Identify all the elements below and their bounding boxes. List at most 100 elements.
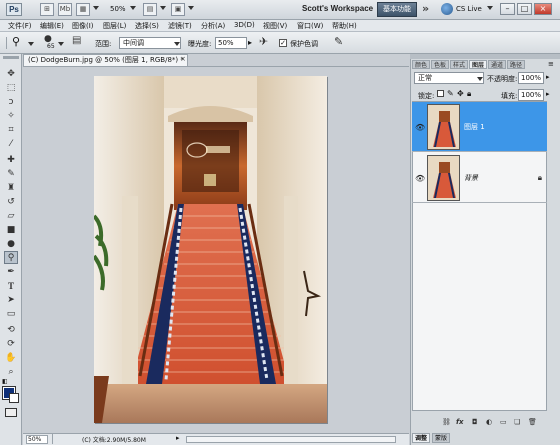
bridge-icon[interactable]: ⊞ bbox=[40, 3, 54, 16]
panel-dock-header[interactable] bbox=[410, 54, 560, 59]
document-tab[interactable]: (C) DodgeBurn.jpg @ 50% (图层 1, RGB/8*) * bbox=[23, 54, 188, 66]
opacity-slider-icon[interactable]: ▸ bbox=[546, 73, 550, 81]
tab-paths[interactable]: 路径 bbox=[507, 60, 526, 69]
pen-tool-icon[interactable]: ✒ bbox=[4, 266, 18, 279]
eraser-tool-icon[interactable]: ▱ bbox=[4, 210, 18, 223]
dodge-tool-preset-icon[interactable]: ⚲ bbox=[12, 35, 20, 48]
menu-filter[interactable]: 滤镜(T) bbox=[168, 21, 192, 31]
protect-tones-checkbox[interactable]: ✓ bbox=[279, 39, 287, 47]
minimize-button[interactable]: – bbox=[500, 3, 515, 15]
menu-layer[interactable]: 图层(L) bbox=[103, 21, 126, 31]
tablet-pressure-icon[interactable]: ✎ bbox=[334, 35, 343, 48]
opacity-input[interactable]: 100% bbox=[518, 72, 544, 84]
exposure-slider-icon[interactable]: ▸ bbox=[248, 38, 252, 47]
menu-image[interactable]: 图像(I) bbox=[72, 21, 94, 31]
tab-adjustments[interactable]: 调整 bbox=[412, 433, 431, 443]
brush-tool-icon[interactable]: ✎ bbox=[4, 168, 18, 181]
view-extras-icon[interactable]: ▦ bbox=[76, 3, 90, 16]
link-icon[interactable]: ⛓ bbox=[442, 418, 451, 426]
eyedropper-tool-icon[interactable]: ⁄ bbox=[4, 138, 18, 151]
mini-bridge-icon[interactable]: Mb bbox=[58, 3, 72, 16]
tab-layers[interactable]: 图层 bbox=[469, 60, 488, 69]
move-tool-icon[interactable]: ✥ bbox=[4, 68, 18, 81]
layer-row-background[interactable]: 👁︎ 背景 🔒︎ bbox=[412, 153, 547, 203]
blur-tool-icon[interactable]: ● bbox=[4, 238, 18, 251]
tools-panel-header[interactable] bbox=[3, 56, 19, 59]
fx-icon[interactable]: fx bbox=[456, 418, 464, 426]
brush-size[interactable]: 65 bbox=[47, 43, 55, 50]
path-selection-tool-icon[interactable]: ➤ bbox=[4, 294, 18, 307]
menu-edit[interactable]: 编辑(E) bbox=[40, 21, 64, 31]
tab-color[interactable]: 颜色 bbox=[412, 60, 431, 69]
lock-image-icon[interactable]: ✎ bbox=[447, 89, 454, 98]
range-select[interactable]: 中间调 bbox=[119, 37, 181, 49]
blend-mode-select[interactable]: 正常 bbox=[414, 72, 484, 84]
new-layer-icon[interactable]: ❏ bbox=[514, 418, 520, 426]
lock-position-icon[interactable]: ✥ bbox=[457, 89, 464, 98]
arrange-documents-icon[interactable]: ▤ bbox=[143, 3, 157, 16]
tab-channels[interactable]: 通道 bbox=[488, 60, 507, 69]
quick-selection-tool-icon[interactable]: ✧ bbox=[4, 110, 18, 123]
mask-icon[interactable]: ◘ bbox=[472, 418, 478, 426]
menu-help[interactable]: 帮助(H) bbox=[332, 21, 357, 31]
exposure-input[interactable]: 50% bbox=[215, 37, 247, 49]
menu-select[interactable]: 选择(S) bbox=[135, 21, 159, 31]
background-color-swatch[interactable] bbox=[9, 393, 19, 403]
menu-window[interactable]: 窗口(W) bbox=[297, 21, 323, 31]
trash-icon[interactable]: 🗑︎ bbox=[528, 418, 537, 426]
menu-view[interactable]: 视图(V) bbox=[263, 21, 287, 31]
panel-menu-icon[interactable]: ≡ bbox=[548, 60, 554, 68]
menu-file[interactable]: 文件(F) bbox=[8, 21, 32, 31]
3d-rotate-tool-icon[interactable]: ⟲ bbox=[4, 324, 18, 337]
quick-mask-icon[interactable] bbox=[5, 408, 17, 417]
zoom-level[interactable]: 50% bbox=[110, 5, 126, 13]
tab-styles[interactable]: 样式 bbox=[450, 60, 469, 69]
screen-mode-dropdown-icon[interactable] bbox=[188, 6, 194, 10]
3d-orbit-tool-icon[interactable]: ⟳ bbox=[4, 338, 18, 351]
essentials-workspace-button[interactable]: 基本功能 bbox=[377, 2, 417, 17]
fill-slider-icon[interactable]: ▸ bbox=[546, 90, 550, 98]
visibility-eye-icon[interactable]: 👁︎ bbox=[415, 174, 425, 183]
tab-swatches[interactable]: 色板 bbox=[431, 60, 450, 69]
adjustment-icon[interactable]: ◐ bbox=[486, 418, 492, 426]
image-canvas[interactable] bbox=[94, 76, 327, 423]
screen-mode-icon[interactable]: ▣ bbox=[171, 3, 185, 16]
status-zoom-field[interactable]: 50% bbox=[26, 435, 48, 444]
airbrush-icon[interactable]: ✈ bbox=[259, 35, 268, 48]
more-workspaces-button[interactable]: » bbox=[422, 2, 429, 15]
horizontal-scrollbar[interactable] bbox=[186, 436, 396, 443]
history-brush-tool-icon[interactable]: ↺ bbox=[4, 196, 18, 209]
lock-all-icon[interactable]: 🔒︎ bbox=[467, 89, 471, 99]
blend-mode-dropdown-icon[interactable] bbox=[477, 77, 483, 81]
range-dropdown-icon[interactable] bbox=[174, 42, 180, 46]
tab-masks[interactable]: 蒙版 bbox=[432, 433, 451, 443]
view-extras-dropdown-icon[interactable] bbox=[93, 6, 99, 10]
lasso-tool-icon[interactable]: ↄ bbox=[4, 96, 18, 109]
maximize-button[interactable]: □ bbox=[517, 3, 532, 15]
marquee-tool-icon[interactable]: ⬚ bbox=[4, 82, 18, 95]
zoom-dropdown-icon[interactable] bbox=[130, 6, 136, 10]
crop-tool-icon[interactable]: ⌗ bbox=[4, 124, 18, 137]
document-tab-close-icon[interactable]: × bbox=[180, 55, 186, 63]
lock-transparent-icon[interactable] bbox=[437, 90, 444, 97]
cs-live-dropdown-icon[interactable] bbox=[487, 6, 493, 10]
layer-name[interactable]: 图层 1 bbox=[464, 122, 485, 132]
menu-3d[interactable]: 3D(D) bbox=[234, 21, 255, 29]
dodge-tool-icon[interactable]: ⚲ bbox=[4, 251, 18, 264]
gradient-tool-icon[interactable]: ■ bbox=[4, 224, 18, 237]
cs-live-button[interactable]: CS Live bbox=[456, 5, 482, 13]
cs-live-icon[interactable] bbox=[441, 3, 453, 15]
shape-tool-icon[interactable]: ▭ bbox=[4, 308, 18, 321]
clone-stamp-tool-icon[interactable]: ♜ bbox=[4, 182, 18, 195]
default-colors-icon[interactable]: ◧ bbox=[2, 378, 8, 385]
status-menu-icon[interactable]: ▸ bbox=[176, 434, 180, 442]
layer-name[interactable]: 背景 bbox=[464, 173, 478, 183]
fill-input[interactable]: 100% bbox=[518, 89, 544, 101]
layer-row-layer1[interactable]: 👁︎ 图层 1 bbox=[412, 102, 547, 152]
brush-panel-icon[interactable]: ▤ bbox=[72, 35, 81, 46]
tool-preset-dropdown-icon[interactable] bbox=[28, 42, 34, 46]
close-button[interactable]: × bbox=[534, 3, 552, 15]
arrange-dropdown-icon[interactable] bbox=[160, 6, 166, 10]
brush-dropdown-icon[interactable] bbox=[58, 42, 64, 46]
menu-analysis[interactable]: 分析(A) bbox=[201, 21, 225, 31]
